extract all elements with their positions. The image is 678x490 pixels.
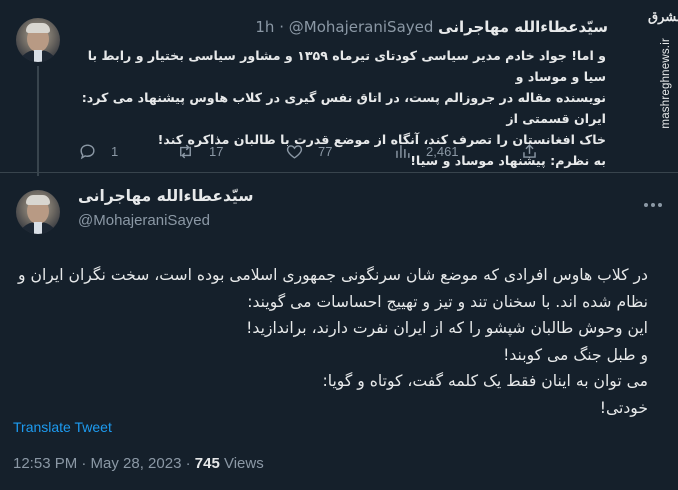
analytics-icon bbox=[396, 145, 410, 158]
timestamp[interactable]: 12:53 PM · May 28, 2023 · bbox=[13, 455, 195, 472]
brand-url: mashreghnews.ir bbox=[660, 38, 672, 129]
tweet-actions: 1 17 77 2,461 bbox=[70, 142, 618, 164]
views-label: Views bbox=[219, 455, 264, 472]
retweet-icon bbox=[180, 144, 191, 159]
separator-dot: · bbox=[279, 18, 285, 36]
like-count: 77 bbox=[318, 144, 333, 159]
retweet-button[interactable]: 17 bbox=[176, 142, 223, 161]
like-button[interactable]: 77 bbox=[285, 142, 332, 161]
tweet-line: می توان به اینان فقط یک کلمه گفت، کوتاه … bbox=[322, 372, 648, 390]
author-name[interactable]: سیّدعطاءالله مهاجرانی bbox=[78, 187, 254, 205]
author-handle[interactable]: @MohajeraniSayed bbox=[289, 18, 434, 36]
share-button[interactable] bbox=[520, 142, 539, 161]
more-options-icon[interactable] bbox=[642, 194, 664, 216]
translate-tweet-link[interactable]: Translate Tweet bbox=[13, 419, 112, 435]
avatar[interactable] bbox=[16, 18, 60, 62]
tweet-header: سیّدعطاءالله مهاجرانی @MohajeraniSayed ·… bbox=[255, 18, 608, 36]
thread-connector-line bbox=[37, 66, 39, 176]
share-icon bbox=[523, 144, 536, 158]
tweet-line: و اما! جواد خادم مدیر سیاسی کودتای تیرما… bbox=[87, 48, 606, 84]
tweet-line: و طبل جنگ می کوبند! bbox=[503, 345, 648, 364]
views-count: 745 bbox=[194, 455, 220, 472]
tweet-line: در کلاب هاوس افرادی که موضع شان سرنگونی … bbox=[18, 266, 648, 284]
avatar[interactable] bbox=[16, 190, 60, 234]
brand-logo: مشرق bbox=[648, 10, 678, 25]
tweet-line: این وحوش طالبان شپشو را که از ایران نفرت… bbox=[246, 319, 648, 337]
views-button[interactable]: 2,461 bbox=[393, 142, 459, 161]
author-handle[interactable]: @MohajeraniSayed bbox=[78, 212, 210, 229]
heart-icon bbox=[286, 145, 303, 159]
parent-tweet[interactable]: سیّدعطاءالله مهاجرانی @MohajeraniSayed ·… bbox=[0, 0, 648, 176]
tweet-metadata: 12:53 PM · May 28, 2023 · 745 Views bbox=[13, 455, 264, 472]
reply-count: 1 bbox=[111, 144, 119, 159]
divider bbox=[0, 172, 678, 173]
tweet-text: در کلاب هاوس افرادی که موضع شان سرنگونی … bbox=[16, 262, 648, 421]
tweet-line: خودتی! bbox=[599, 398, 648, 417]
tweet-time[interactable]: 1h bbox=[255, 18, 274, 36]
retweet-count: 17 bbox=[209, 144, 224, 159]
reply-icon bbox=[80, 144, 95, 160]
watermark-strip: مشرق mashreghnews.ir bbox=[648, 0, 678, 160]
reply-button[interactable]: 1 bbox=[78, 142, 118, 161]
tweet-line: نظام شده اند. با سخنان تند و تیز و تهییج… bbox=[247, 292, 648, 311]
author-name[interactable]: سیّدعطاءالله مهاجرانی bbox=[438, 18, 608, 36]
views-count: 2,461 bbox=[426, 144, 459, 159]
tweet-line: نویسنده مقاله در جروزالم پست، در اتاق نف… bbox=[81, 90, 606, 126]
